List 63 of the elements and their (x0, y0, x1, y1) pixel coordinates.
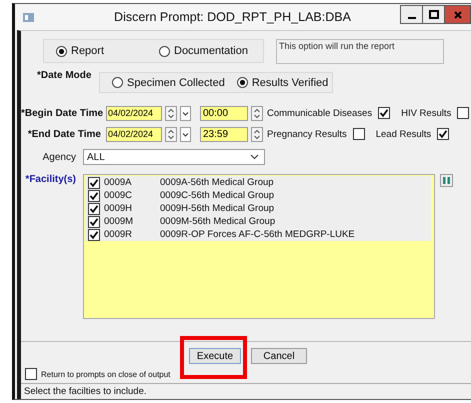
checkbox-label[interactable]: HIV Results (401, 108, 452, 118)
facility-code[interactable]: 0009C (104, 190, 160, 201)
checkbox-label[interactable]: Pregnancy Results (267, 128, 347, 140)
facility-name[interactable]: 0009H-56th Medical Group (160, 203, 274, 214)
radio-button[interactable] (236, 77, 248, 88)
date-field[interactable]: 04/02/2024 (106, 106, 162, 120)
time-field[interactable]: 00:00 (200, 106, 248, 120)
facility-name[interactable]: 0009M-56th Medical Group (160, 216, 276, 227)
radio-button[interactable] (56, 46, 67, 56)
radio-label[interactable]: Results Verified (252, 76, 328, 88)
spinner-icon[interactable] (251, 106, 263, 120)
field-label: Agency (42, 152, 76, 162)
field-label: *Date Mode (37, 70, 92, 81)
maximize-icon (428, 10, 438, 20)
minimize-icon (408, 16, 416, 18)
caret-icon (250, 154, 259, 160)
checkbox-label[interactable]: Return to prompts on close of output (41, 370, 170, 378)
agency-dropdown[interactable]: ALL (83, 149, 265, 165)
radio-label[interactable]: Documentation (174, 45, 248, 57)
checked-checkbox[interactable] (88, 228, 100, 240)
close-button[interactable] (444, 5, 471, 24)
field-label: *End Date Time (26, 128, 101, 140)
radio-button[interactable] (159, 46, 170, 56)
checked-checkbox[interactable] (437, 128, 450, 140)
facility-code[interactable]: 0009R (104, 229, 160, 240)
radio-button[interactable] (112, 77, 123, 88)
checked-checkbox[interactable] (88, 176, 100, 188)
spinner-icon[interactable] (165, 106, 177, 120)
date-field[interactable]: 04/02/2024 (106, 126, 162, 142)
dialog-button[interactable]: Execute (189, 348, 241, 364)
checkbox[interactable] (25, 368, 37, 380)
time-field[interactable]: 23:59 (200, 126, 248, 142)
facility-name[interactable]: 0009R-OP Forces AF-C-56th MEDGRP-LUKE (160, 229, 355, 240)
checkbox-label[interactable]: Lead Results (376, 128, 432, 140)
radio-label[interactable]: Report (71, 45, 104, 57)
dialog-button[interactable]: Cancel (251, 348, 307, 364)
checkbox[interactable] (352, 128, 365, 140)
facility-code[interactable]: 0009A (104, 177, 160, 188)
description-box: This option will run the report (276, 39, 444, 64)
facility-code[interactable]: 0009H (104, 203, 160, 214)
calendar-dropdown-icon[interactable] (180, 106, 191, 120)
checkbox[interactable] (457, 107, 470, 119)
checked-checkbox[interactable] (88, 202, 100, 214)
radio-label[interactable]: Specimen Collected (127, 76, 225, 88)
field-label: *Facility(s) (24, 174, 76, 185)
facility-code[interactable]: 0009M (104, 216, 160, 227)
checkbox-label[interactable]: Communicable Diseases (267, 108, 372, 118)
checked-checkbox[interactable] (88, 216, 100, 228)
app-icon (23, 12, 34, 22)
checked-checkbox[interactable] (88, 190, 100, 202)
maximize-button[interactable] (422, 5, 445, 24)
checked-checkbox[interactable] (378, 107, 390, 119)
column-picker-icon[interactable] (440, 174, 453, 187)
calendar-dropdown-icon[interactable] (180, 126, 191, 142)
spinner-icon[interactable] (165, 126, 177, 142)
field-label: *Begin Date Time (21, 108, 101, 118)
status-bar: Select the facilties to include. (21, 383, 471, 399)
close-icon (452, 10, 462, 20)
minimize-button[interactable] (400, 5, 423, 24)
facility-name[interactable]: 0009A-56th Medical Group (160, 177, 274, 188)
spinner-icon[interactable] (251, 126, 263, 142)
window-title: Discern Prompt: DOD_RPT_PH_LAB:DBA (113, 10, 352, 24)
facility-name[interactable]: 0009C-56th Medical Group (160, 190, 274, 201)
